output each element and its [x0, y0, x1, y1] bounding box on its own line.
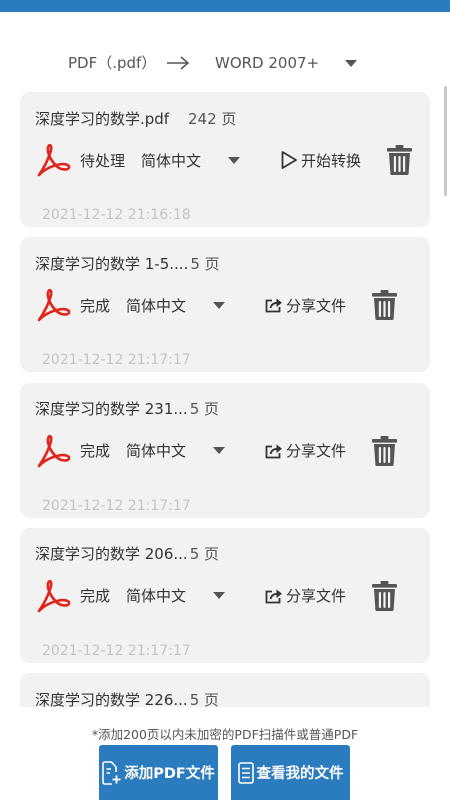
- file-card: 深度学习的数学 1-5.... 5 页 完成 简体中文 分享文件 2021-12…: [20, 237, 430, 373]
- share-file-label: 分享文件: [286, 442, 347, 461]
- trash-icon: [372, 290, 398, 321]
- view-my-files-button[interactable]: 查看我的文件: [231, 745, 350, 800]
- share-icon: [265, 589, 283, 604]
- share-file-button[interactable]: 分享文件: [265, 440, 346, 461]
- language-label: 简体中文: [126, 442, 187, 461]
- file-action-row: 待处理 简体中文 开始转换: [35, 142, 413, 178]
- target-format-select[interactable]: WORD 2007+: [215, 50, 357, 76]
- file-name: 深度学习的数学 226...: [35, 690, 188, 707]
- file-title-row: 深度学习的数学 226... 5 页: [35, 687, 219, 707]
- share-file-label: 分享文件: [286, 296, 347, 315]
- list-scrollbar[interactable]: [444, 86, 447, 196]
- share-file-button[interactable]: 分享文件: [265, 295, 346, 316]
- dropdown-triangle-icon: [213, 592, 226, 600]
- timestamp: 2021-12-12 21:17:17: [42, 352, 191, 369]
- language-select[interactable]: 简体中文: [126, 440, 226, 461]
- file-list: 深度学习的数学.pdf 242 页 待处理 简体中文 开始转换 2021-12-…: [20, 92, 430, 707]
- delete-button[interactable]: [372, 290, 398, 321]
- trash-icon: [372, 580, 398, 611]
- file-name: 深度学习的数学 206...: [35, 545, 188, 564]
- file-action-row: 完成 简体中文 分享文件: [35, 287, 398, 323]
- share-file-label: 分享文件: [286, 587, 347, 606]
- start-conversion-button[interactable]: 开始转换: [280, 150, 361, 171]
- file-title-row: 深度学习的数学 231... 5 页: [35, 397, 219, 421]
- language-label: 简体中文: [126, 296, 187, 315]
- upload-hint: *添加200页以内未加密的PDF扫描件或普通PDF: [91, 727, 359, 742]
- status-label: 完成: [80, 442, 111, 461]
- file-action-row: 完成 简体中文 分享文件: [35, 578, 398, 614]
- delete-button[interactable]: [387, 145, 413, 175]
- timestamp: 2021-12-12 21:17:17: [42, 642, 191, 659]
- file-title-row: 深度学习的数学 1-5.... 5 页: [35, 251, 220, 275]
- top-status-bar: [0, 0, 450, 12]
- view-my-files-label: 查看我的文件: [256, 766, 344, 782]
- delete-button[interactable]: [372, 580, 398, 611]
- page-count: 5 页: [190, 254, 220, 273]
- file-card: 深度学习的数学 206... 5 页 完成 简体中文 分享文件 2021-12-…: [20, 527, 430, 663]
- language-label: 简体中文: [141, 151, 202, 170]
- add-pdf-button[interactable]: 添加PDF文件: [99, 745, 218, 800]
- trash-icon: [372, 435, 398, 466]
- file-card: 深度学习的数学.pdf 242 页 待处理 简体中文 开始转换 2021-12-…: [20, 92, 430, 227]
- dropdown-triangle-icon: [213, 447, 226, 455]
- delete-button[interactable]: [372, 435, 398, 466]
- dropdown-triangle-icon: [213, 301, 226, 309]
- page-count: 242 页: [188, 109, 237, 128]
- share-icon: [265, 444, 283, 458]
- add-pdf-label: 添加PDF文件: [124, 766, 215, 782]
- pdf-icon: [37, 143, 71, 177]
- dropdown-triangle-icon: [345, 59, 357, 67]
- language-select[interactable]: 简体中文: [126, 295, 226, 316]
- file-list-icon: [237, 761, 254, 784]
- source-format-label: PDF（.pdf）: [68, 54, 157, 72]
- share-icon: [265, 298, 283, 313]
- timestamp: 2021-12-12 21:16:18: [42, 207, 191, 223]
- page-count: 5 页: [189, 690, 220, 707]
- file-title-row: 深度学习的数学 206... 5 页: [35, 542, 219, 566]
- file-name: 深度学习的数学 1-5....: [35, 254, 189, 273]
- trash-icon: [387, 145, 413, 175]
- status-label: 完成: [80, 296, 111, 315]
- play-icon: [281, 151, 297, 169]
- language-label: 简体中文: [126, 587, 187, 606]
- pdf-icon: [37, 289, 71, 322]
- language-select[interactable]: 简体中文: [141, 150, 241, 171]
- page-count: 5 页: [189, 400, 220, 419]
- page-count: 5 页: [189, 545, 220, 564]
- target-format-label: WORD 2007+: [215, 54, 320, 72]
- file-action-row: 完成 简体中文 分享文件: [35, 433, 398, 469]
- file-name: 深度学习的数学.pdf: [35, 109, 170, 128]
- file-name: 深度学习的数学 231...: [35, 400, 188, 419]
- pdf-icon: [37, 434, 71, 467]
- pdf-icon: [37, 579, 71, 613]
- status-label: 完成: [80, 587, 111, 606]
- file-card: 深度学习的数学 231... 5 页 完成 简体中文 分享文件 2021-12-…: [20, 382, 430, 518]
- share-file-button[interactable]: 分享文件: [265, 585, 346, 606]
- timestamp: 2021-12-12 21:17:17: [42, 497, 191, 514]
- add-file-icon: [102, 760, 121, 785]
- status-label: 待处理: [80, 151, 126, 170]
- language-select[interactable]: 简体中文: [126, 585, 226, 606]
- file-card: 深度学习的数学 226... 5 页: [20, 673, 430, 707]
- dropdown-triangle-icon: [228, 156, 241, 164]
- arrow-right-icon: [167, 56, 190, 70]
- start-conversion-label: 开始转换: [301, 151, 362, 170]
- file-title-row: 深度学习的数学.pdf 242 页: [35, 106, 236, 130]
